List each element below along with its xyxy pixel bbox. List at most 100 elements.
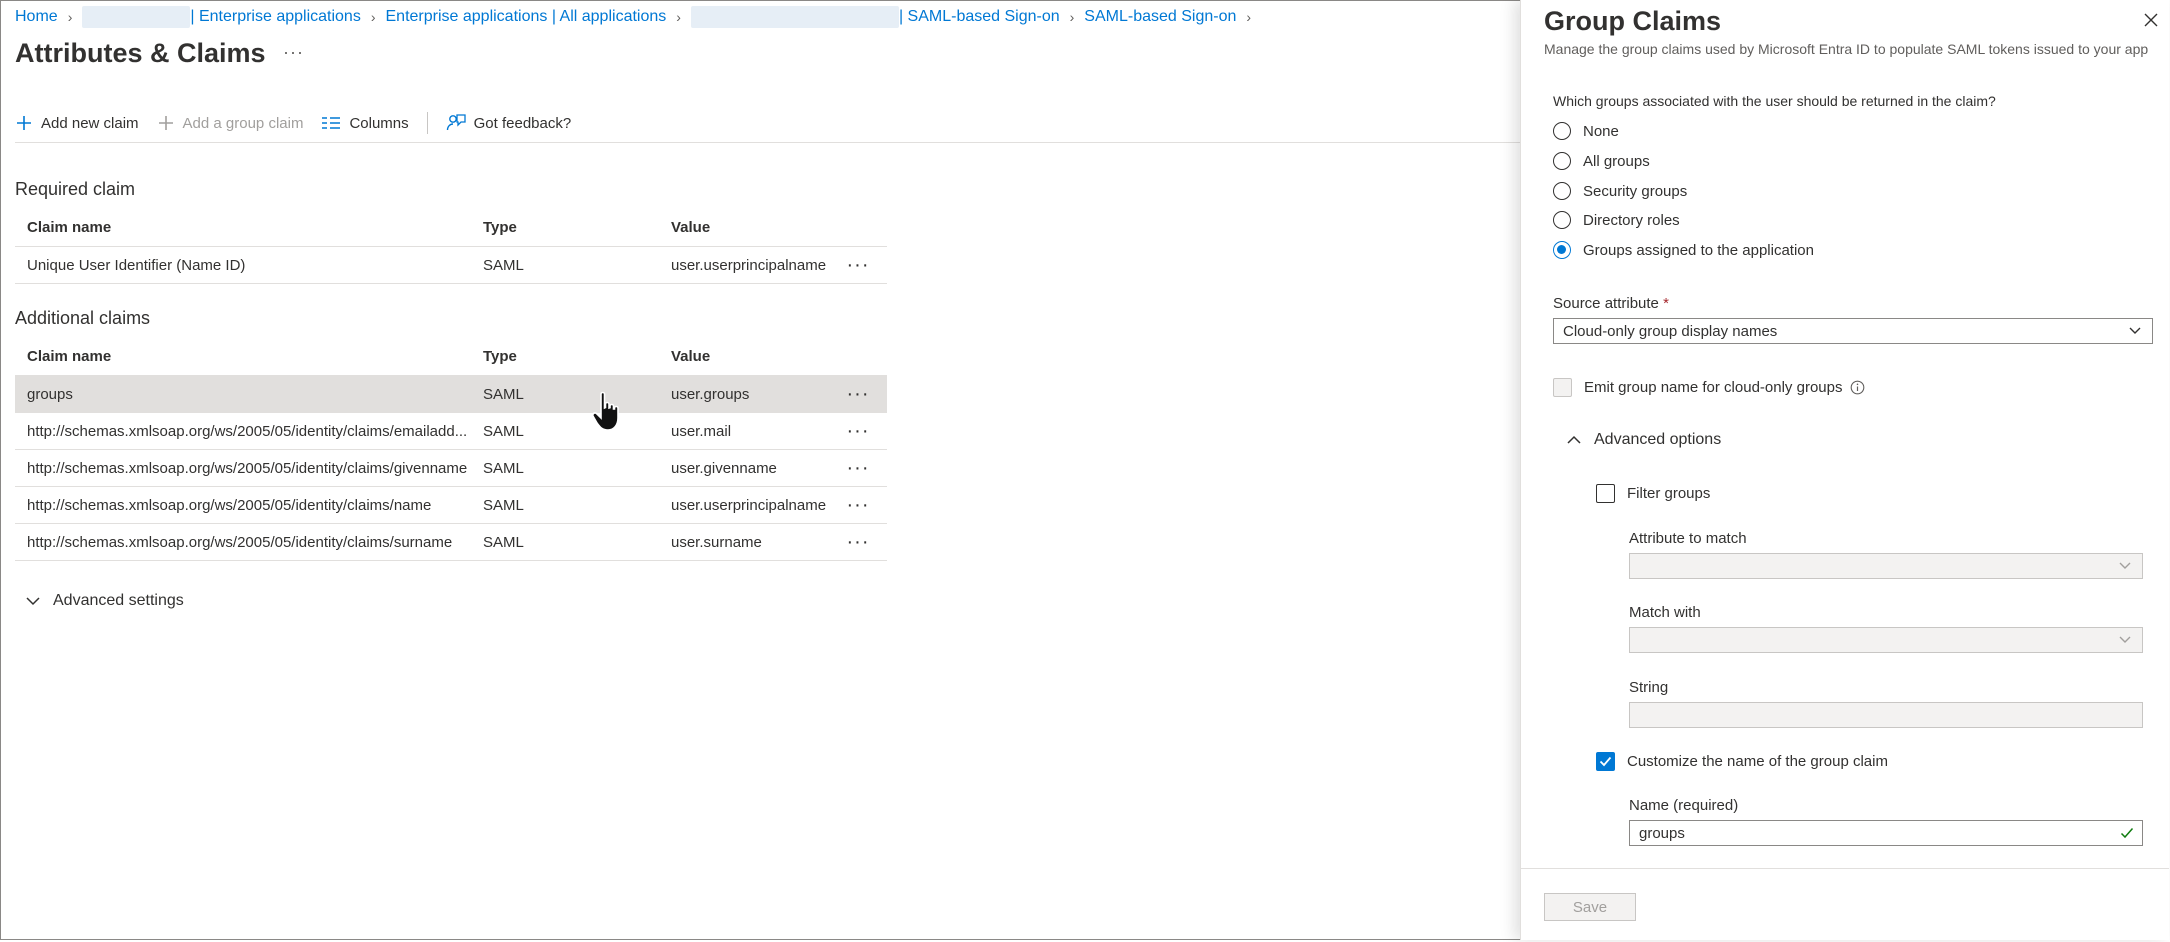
page-title: Attributes & Claims: [15, 38, 266, 68]
col-claim-name[interactable]: Claim name: [15, 348, 471, 365]
chevron-right-icon: ›: [1246, 9, 1252, 25]
radio-label: Directory roles: [1583, 211, 1680, 229]
radio-circle-selected: [1553, 241, 1571, 259]
table-row[interactable]: http://schemas.xmlsoap.org/ws/2005/05/id…: [15, 524, 887, 561]
save-button[interactable]: Save: [1544, 893, 1636, 921]
claim-name-cell: Unique User Identifier (Name ID): [27, 256, 246, 274]
advanced-settings-label: Advanced settings: [53, 592, 184, 609]
claim-value-cell: user.userprincipalname: [671, 496, 827, 514]
col-type[interactable]: Type: [471, 348, 659, 365]
info-icon[interactable]: [1850, 380, 1865, 395]
claim-name-cell: http://schemas.xmlsoap.org/ws/2005/05/id…: [27, 533, 453, 551]
source-attribute-text: Source attribute: [1553, 295, 1659, 312]
table-row[interactable]: Unique User Identifier (Name ID) SAML us…: [15, 246, 887, 284]
customize-name-checkbox[interactable]: Customize the name of the group claim: [1596, 752, 1888, 771]
claim-name-cell: http://schemas.xmlsoap.org/ws/2005/05/id…: [27, 496, 432, 514]
claim-value-cell: user.mail: [671, 422, 732, 440]
checkbox-box: [1596, 484, 1615, 503]
claim-value-cell: user.givenname: [671, 459, 777, 477]
radio-none[interactable]: None: [1553, 122, 1619, 140]
breadcrumb-saml-signon[interactable]: | SAML-based Sign-on: [899, 8, 1060, 26]
radio-circle: [1553, 122, 1571, 140]
row-more-icon[interactable]: ···: [829, 255, 887, 275]
table-row[interactable]: http://schemas.xmlsoap.org/ws/2005/05/id…: [15, 450, 887, 487]
checkbox-box: [1553, 378, 1572, 397]
radio-label: All groups: [1583, 152, 1650, 170]
breadcrumb: Home › | Enterprise applications › Enter…: [15, 6, 1261, 28]
radio-label: Security groups: [1583, 182, 1688, 200]
close-icon[interactable]: [2143, 12, 2159, 28]
group-claim-name-input[interactable]: groups: [1629, 820, 2143, 846]
table-row-groups[interactable]: groups SAML user.groups ···: [15, 375, 887, 413]
additional-claims-table: Claim name Type Value groups SAML user.g…: [15, 337, 887, 561]
customize-name-label: Customize the name of the group claim: [1627, 753, 1888, 770]
radio-groups-assigned[interactable]: Groups assigned to the application: [1553, 241, 1814, 259]
columns-button[interactable]: Columns: [321, 115, 409, 132]
claim-type-cell: SAML: [483, 256, 524, 274]
match-with-dropdown[interactable]: [1629, 627, 2143, 653]
attribute-to-match-dropdown[interactable]: [1629, 553, 2143, 579]
valid-check-icon: [2120, 828, 2134, 839]
claim-type-cell: SAML: [483, 385, 524, 403]
feedback-button[interactable]: Got feedback?: [446, 113, 571, 133]
chevron-right-icon: ›: [370, 9, 376, 25]
radio-all-groups[interactable]: All groups: [1553, 152, 1650, 170]
breadcrumb-enterprise-apps[interactable]: | Enterprise applications: [190, 8, 360, 26]
col-value[interactable]: Value: [659, 219, 829, 236]
table-row[interactable]: http://schemas.xmlsoap.org/ws/2005/05/id…: [15, 413, 887, 450]
row-more-icon[interactable]: ···: [829, 421, 887, 441]
required-mark: *: [1663, 295, 1669, 312]
string-label: String: [1629, 679, 1669, 696]
chevron-up-icon: [1567, 435, 1581, 444]
toolbar-divider: [426, 112, 428, 134]
group-claims-panel: Group Claims Manage the group claims use…: [1520, 0, 2169, 940]
radio-circle: [1553, 211, 1571, 229]
breadcrumb-home[interactable]: Home: [15, 8, 58, 26]
breadcrumb-saml-signon-2[interactable]: SAML-based Sign-on: [1084, 8, 1236, 26]
add-new-claim-button[interactable]: Add new claim: [15, 114, 139, 132]
chevron-down-icon: [26, 597, 40, 606]
groups-question: Which groups associated with the user sh…: [1553, 93, 1996, 109]
radio-label: Groups assigned to the application: [1583, 241, 1814, 259]
attribute-to-match-label: Attribute to match: [1629, 530, 1747, 547]
table-row[interactable]: http://schemas.xmlsoap.org/ws/2005/05/id…: [15, 487, 887, 524]
more-options-icon[interactable]: ···: [283, 42, 304, 63]
emit-group-name-label: Emit group name for cloud-only groups: [1584, 379, 1843, 396]
redacted-tenant-name: [82, 6, 191, 28]
panel-footer-separator: [1521, 868, 2169, 869]
col-type[interactable]: Type: [471, 219, 659, 236]
claim-type-cell: SAML: [483, 459, 524, 477]
advanced-options-toggle[interactable]: Advanced options: [1566, 431, 1721, 449]
radio-security-groups[interactable]: Security groups: [1553, 182, 1687, 200]
chevron-right-icon: ›: [676, 9, 681, 25]
row-more-icon[interactable]: ···: [829, 495, 887, 515]
col-value[interactable]: Value: [659, 348, 829, 365]
toolbar-separator: [15, 142, 1520, 143]
panel-title: Group Claims: [1544, 6, 1722, 36]
breadcrumb-all-apps[interactable]: Enterprise applications | All applicatio…: [386, 8, 667, 26]
row-more-icon[interactable]: ···: [829, 532, 887, 552]
filter-groups-label: Filter groups: [1627, 485, 1711, 502]
table-header: Claim name Type Value: [15, 208, 887, 246]
claim-name-cell: groups: [27, 385, 73, 403]
string-input[interactable]: [1629, 702, 2143, 728]
feedback-icon: [446, 114, 466, 131]
table-header: Claim name Type Value: [15, 337, 887, 375]
emit-group-name-checkbox[interactable]: Emit group name for cloud-only groups: [1553, 378, 1865, 397]
source-attribute-dropdown[interactable]: Cloud-only group display names: [1553, 318, 2153, 344]
chevron-down-icon: [2129, 327, 2141, 334]
group-claim-name-value: groups: [1639, 824, 1685, 842]
col-claim-name[interactable]: Claim name: [15, 219, 471, 236]
match-with-label: Match with: [1629, 604, 1701, 621]
redacted-app-name: [690, 6, 899, 28]
checkbox-box-checked: [1596, 752, 1615, 771]
advanced-settings-toggle[interactable]: Advanced settings: [25, 592, 184, 610]
radio-label: None: [1583, 122, 1619, 140]
radio-directory-roles[interactable]: Directory roles: [1553, 211, 1680, 229]
filter-groups-checkbox[interactable]: Filter groups: [1596, 484, 1710, 503]
row-more-icon[interactable]: ···: [829, 384, 887, 404]
add-group-claim-button[interactable]: Add a group claim: [157, 114, 303, 132]
plus-icon: [158, 116, 173, 130]
row-more-icon[interactable]: ···: [829, 458, 887, 478]
chevron-down-icon: [2119, 562, 2131, 569]
